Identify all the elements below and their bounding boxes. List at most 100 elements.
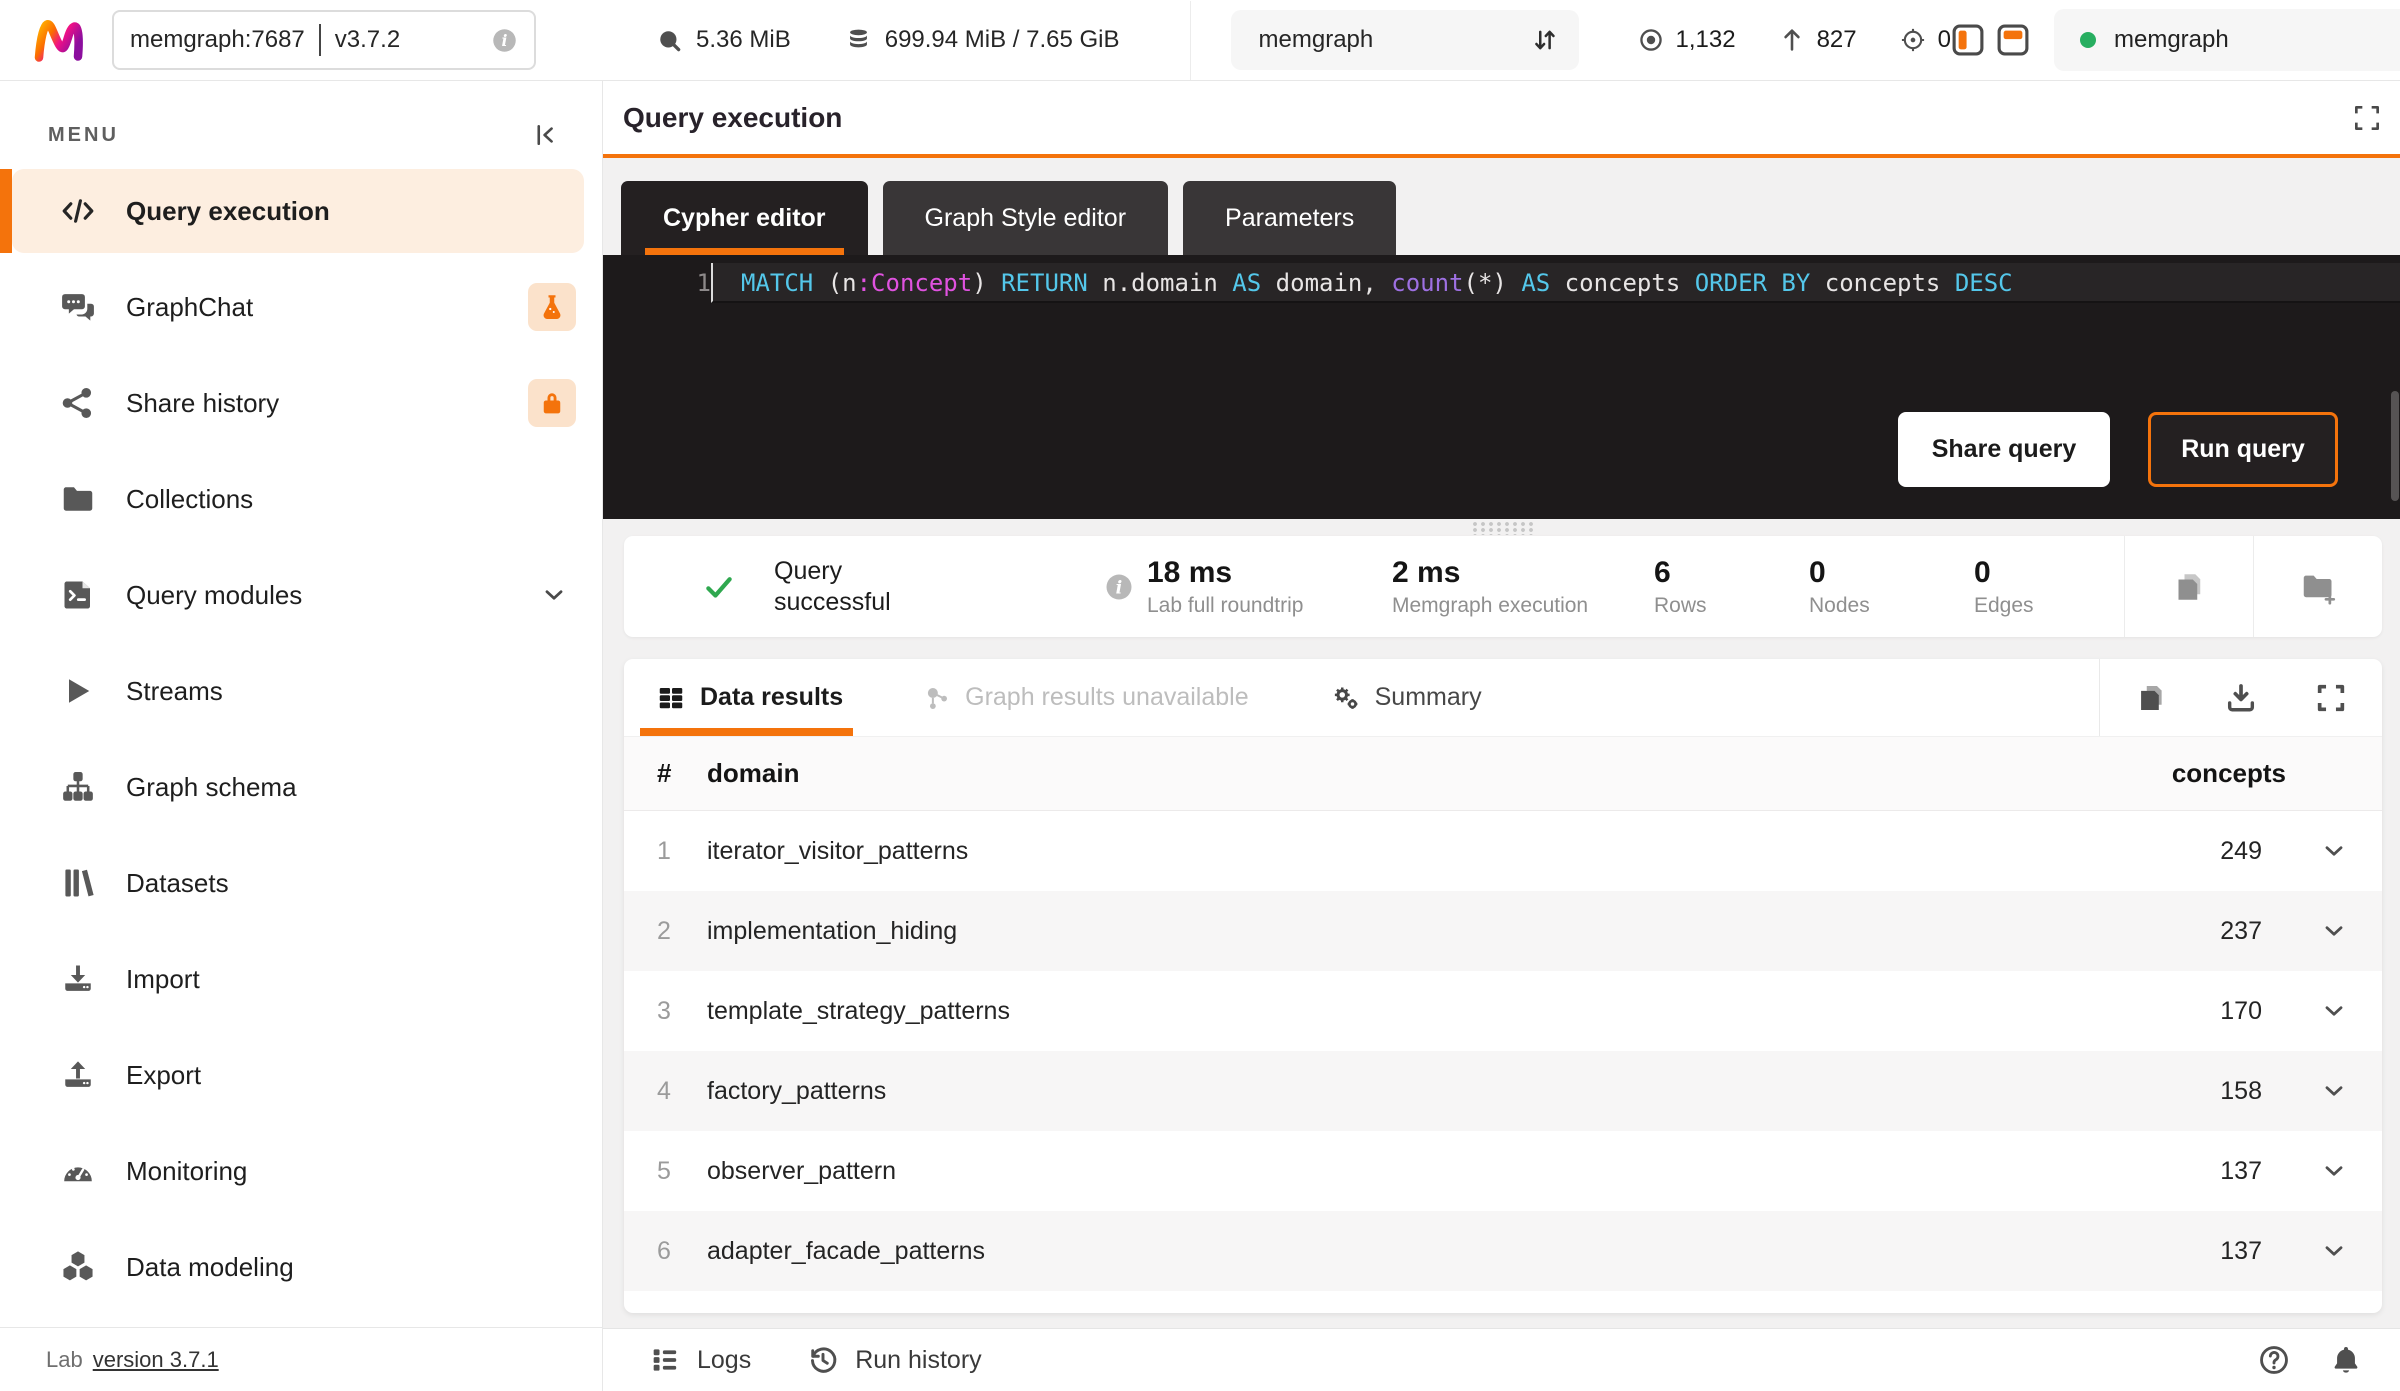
bottom-bar: Logs Run history <box>603 1328 2400 1391</box>
download-results-icon[interactable] <box>2224 681 2258 715</box>
table-row[interactable]: 5 observer_pattern 137 <box>624 1131 2382 1211</box>
column-header-concepts: concepts <box>2171 758 2286 788</box>
row-domain-value: template_strategy_patterns <box>707 996 1010 1025</box>
row-expand-chevron-icon[interactable] <box>2320 997 2348 1025</box>
copy-results-icon[interactable] <box>2134 681 2168 715</box>
row-number: 6 <box>657 1236 671 1265</box>
books-icon <box>60 865 96 901</box>
row-expand-chevron-icon[interactable] <box>2320 917 2348 945</box>
sidebar-item-query-execution[interactable]: Query execution <box>0 163 602 259</box>
share-query-button[interactable]: Share query <box>1898 412 2110 487</box>
expand-results-icon[interactable] <box>2314 681 2348 715</box>
table-row[interactable]: 1 iterator_visitor_patterns 249 <box>624 811 2382 891</box>
row-domain-value: adapter_facade_patterns <box>707 1236 985 1265</box>
results-tab-label: Data results <box>700 683 844 711</box>
copy-icon <box>2178 573 2201 600</box>
tab-graph-style-editor[interactable]: Graph Style editor <box>882 181 1169 255</box>
layout-left-panel-icon[interactable] <box>1951 23 1985 57</box>
row-expand-chevron-icon[interactable] <box>2320 1237 2348 1265</box>
logs-label: Logs <box>697 1345 752 1374</box>
metric-memgraph-execution: 2 ms Memgraph execution <box>1392 556 1654 618</box>
collapse-sidebar-icon[interactable] <box>530 121 558 149</box>
code-content[interactable]: MATCH (n:Concept) RETURN n.domain AS dom… <box>711 263 2400 303</box>
sidebar-item-label: GraphChat <box>126 291 254 322</box>
sidebar-item-query-modules[interactable]: Query modules <box>0 547 602 643</box>
run-query-button[interactable]: Run query <box>2148 412 2338 487</box>
layout-top-panel-icon[interactable] <box>1996 23 2030 57</box>
flask-badge-icon <box>528 283 576 331</box>
top-bar: memgraph:7687 v3.7.2 i 5.36 MiB 699.94 M… <box>0 0 2400 81</box>
notifications-bell-icon[interactable] <box>2329 1343 2363 1377</box>
sidebar-item-share-history[interactable]: Share history <box>0 355 602 451</box>
import-icon <box>60 961 96 997</box>
row-concepts-value: 237 <box>2220 916 2262 945</box>
cubes-icon <box>60 1249 96 1285</box>
history-icon <box>811 1347 837 1373</box>
connection-info-box[interactable]: memgraph:7687 v3.7.2 i <box>112 10 536 70</box>
connection-selector[interactable]: memgraph <box>2053 9 2400 71</box>
results-actions <box>2099 659 2382 736</box>
chevron-down-icon[interactable] <box>540 581 568 609</box>
sidebar-item-graphchat[interactable]: GraphChat <box>0 259 602 355</box>
version-link[interactable]: version 3.7.1 <box>93 1347 219 1373</box>
sidebar-item-label: Monitoring <box>126 1155 248 1186</box>
export-icon <box>60 1057 96 1093</box>
run-history-button[interactable]: Run history <box>807 1344 982 1376</box>
row-number: 1 <box>657 836 671 865</box>
code-line[interactable]: 1 MATCH (n:Concept) RETURN n.domain AS d… <box>603 263 2400 303</box>
tab-cypher-editor[interactable]: Cypher editor <box>621 181 868 255</box>
expand-panel-icon[interactable] <box>2351 102 2383 134</box>
play-icon <box>60 673 96 709</box>
page-title: Query execution <box>623 101 843 133</box>
row-domain-value: iterator_visitor_patterns <box>707 836 969 865</box>
help-icon[interactable] <box>2257 1343 2291 1377</box>
row-concepts-value: 249 <box>2220 836 2262 865</box>
table-row[interactable]: 3 template_strategy_patterns 170 <box>624 971 2382 1051</box>
sidebar-item-data-modeling[interactable]: Data modeling <box>0 1219 602 1315</box>
table-row[interactable]: 4 factory_patterns 158 <box>624 1051 2382 1131</box>
row-number: 4 <box>657 1076 671 1105</box>
copy-results-button[interactable] <box>2124 536 2253 637</box>
memgraph-logo-icon <box>34 20 83 62</box>
metric-nodes: 0 Nodes <box>1809 556 1974 618</box>
tab-parameters[interactable]: Parameters <box>1183 181 1397 255</box>
save-to-collection-button[interactable] <box>2253 536 2382 637</box>
row-expand-chevron-icon[interactable] <box>2320 1077 2348 1105</box>
row-expand-chevron-icon[interactable] <box>2320 837 2348 865</box>
line-number: 1 <box>696 269 711 297</box>
results-tab-summary[interactable]: Summary <box>1331 659 1482 736</box>
logs-button[interactable]: Logs <box>649 1344 751 1376</box>
sidebar-item-import[interactable]: Import <box>0 931 602 1027</box>
divider <box>1189 0 1191 80</box>
sidebar-item-label: Data modeling <box>126 1251 294 1282</box>
editor-scrollbar[interactable] <box>2391 391 2399 501</box>
sidebar-item-export[interactable]: Export <box>0 1027 602 1123</box>
query-status-message: Query successful <box>774 556 891 616</box>
metric-rows: 6 Rows <box>1654 556 1809 618</box>
sidebar-item-datasets[interactable]: Datasets <box>0 835 602 931</box>
logs-icon <box>653 1349 677 1371</box>
panel-resize-handle[interactable] <box>1471 520 1535 535</box>
metric-value: 18 ms <box>1147 555 1233 589</box>
sidebar-item-collections[interactable]: Collections <box>0 451 602 547</box>
table-row[interactable]: 6 adapter_facade_patterns 137 <box>624 1211 2382 1291</box>
row-expand-chevron-icon[interactable] <box>2320 1157 2348 1185</box>
info-icon[interactable]: i <box>1104 572 1134 602</box>
table-row[interactable]: 2 implementation_hiding 237 <box>624 891 2382 971</box>
code-icon <box>60 193 96 229</box>
row-concepts-value: 158 <box>2220 1076 2262 1105</box>
cypher-editor[interactable]: 1 MATCH (n:Concept) RETURN n.domain AS d… <box>603 255 2400 519</box>
sidebar-item-streams[interactable]: Streams <box>0 643 602 739</box>
gears-icon <box>1331 683 1361 713</box>
column-header-num: # <box>657 758 672 788</box>
info-icon[interactable]: i <box>491 27 518 54</box>
sidebar-item-label: Collections <box>126 483 254 514</box>
sidebar-item-monitoring[interactable]: Monitoring <box>0 1123 602 1219</box>
results-table-body: 1 iterator_visitor_patterns 249 2 implementa… <box>624 811 2382 1291</box>
results-tab-data-results[interactable]: Data results <box>639 659 854 736</box>
layout-toggles <box>1951 23 2030 57</box>
memory-usage-value: 699.94 MiB / 7.65 GiB <box>884 26 1120 53</box>
sidebar-item-graph-schema[interactable]: Graph schema <box>0 739 602 835</box>
storage-usage-stat: 5.36 MiB <box>656 26 791 54</box>
database-selector[interactable]: memgraph <box>1230 10 1579 70</box>
